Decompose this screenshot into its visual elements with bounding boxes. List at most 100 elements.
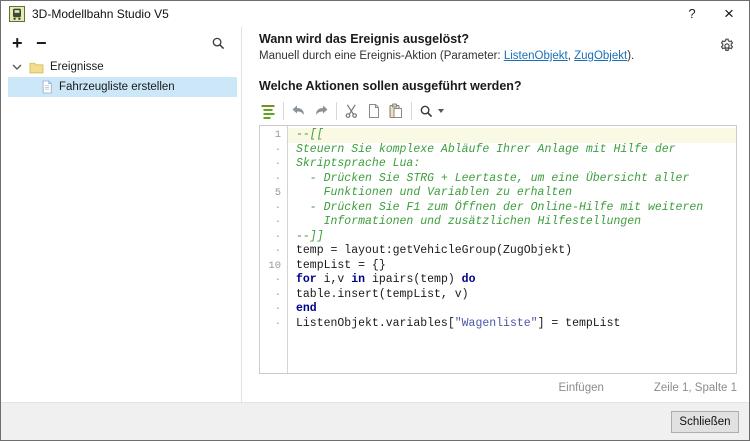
tree-folder-ereignisse[interactable]: Ereignisse	[1, 57, 237, 77]
code-text: table.insert(tempList, v)	[288, 288, 736, 303]
line-number: ·	[274, 143, 281, 156]
code-token: --]]	[296, 229, 324, 243]
line-number: 5	[274, 187, 281, 199]
copy-button[interactable]	[363, 100, 385, 122]
code-text: Informationen und zusätzlichen Hilfestel…	[288, 215, 736, 230]
code-text: --]]	[288, 230, 736, 245]
toolbar-separator	[283, 102, 284, 120]
trigger-heading: Wann wird das Ereignis ausgelöst?	[259, 32, 469, 46]
code-line[interactable]: · Informationen und zusätzlichen Hilfest…	[260, 215, 736, 230]
code-token: ListenObjekt.variables[	[296, 316, 455, 330]
line-number: ·	[274, 288, 281, 301]
editor-search-button[interactable]	[416, 100, 447, 122]
code-line[interactable]: · Skriptsprache Lua:	[260, 157, 736, 172]
remove-event-button[interactable]: −	[36, 33, 47, 53]
code-text: Steuern Sie komplexe Abläufe Ihrer Anlag…	[288, 143, 736, 158]
code-lines: 1 --[[ · Steuern Sie komplexe Abläufe Ihrer…	[260, 128, 736, 331]
listenobjekt-link[interactable]: ListenObjekt	[504, 50, 568, 62]
format-code-icon	[261, 105, 275, 119]
tree-item-label: Fahrzeugliste erstellen	[59, 81, 175, 93]
code-token: temp = layout:getVehicleGroup(ZugObjekt)	[296, 244, 573, 257]
code-token: ] = tempList	[537, 316, 621, 330]
code-line[interactable]: · Steuern Sie komplexe Abläufe Ihrer Anla…	[260, 143, 736, 158]
code-line[interactable]: · for i,v in ipairs(temp) do	[260, 273, 736, 288]
help-button[interactable]: ?	[678, 3, 706, 25]
code-text: - Drücken Sie F1 zum Öffnen der Online-H…	[288, 201, 736, 216]
code-token: --[[	[296, 128, 324, 141]
line-number: ·	[274, 172, 281, 185]
tree-item-fahrzeugliste[interactable]: Fahrzeugliste erstellen	[8, 77, 237, 97]
code-token: Steuern Sie komplexe Abläufe Ihrer Anlag…	[296, 142, 676, 156]
title-bar: 3D-Modellbahn Studio V5 ? ×	[1, 1, 749, 27]
line-number: ·	[274, 230, 281, 243]
search-icon	[420, 105, 433, 117]
code-line[interactable]: · end	[260, 302, 736, 317]
line-number: ·	[274, 317, 281, 330]
code-token: do	[461, 273, 476, 286]
app-train-icon	[9, 6, 25, 22]
window-title: 3D-Modellbahn Studio V5	[32, 7, 169, 21]
editor-status-bar: Einfügen Zeile 1, Spalte 1	[259, 382, 737, 394]
cut-button[interactable]	[341, 100, 363, 122]
code-text: temp = layout:getVehicleGroup(ZugObjekt)	[288, 244, 736, 259]
code-line[interactable]: 5 Funktionen und Variablen zu erhalten	[260, 186, 736, 201]
dialog-footer: Schließen	[1, 402, 749, 440]
code-token: i,v	[316, 273, 352, 286]
line-number: 1	[274, 129, 281, 141]
code-token: for	[296, 273, 317, 286]
sidebar-search-button[interactable]	[211, 36, 226, 51]
line-number: ·	[274, 274, 281, 286]
code-text: end	[288, 302, 736, 317]
code-line[interactable]: 1 --[[	[260, 128, 736, 143]
add-event-button[interactable]: +	[12, 33, 23, 53]
close-dialog-button[interactable]: Schließen	[671, 411, 739, 433]
app-window: 3D-Modellbahn Studio V5 ? × + − Ereignis…	[0, 0, 750, 441]
lua-code-editor[interactable]: 1 --[[ · Steuern Sie komplexe Abläufe Ihrer…	[259, 125, 737, 374]
dropdown-caret-icon	[438, 109, 444, 113]
code-token: ipairs(temp)	[365, 273, 462, 286]
code-text: Skriptsprache Lua:	[288, 157, 736, 172]
code-token: in	[351, 273, 366, 286]
line-number: ·	[274, 216, 281, 228]
code-line[interactable]: · ListenObjekt.variables["Wagenliste"] = …	[260, 317, 736, 332]
folder-label: Ereignisse	[50, 61, 104, 73]
undo-button[interactable]	[288, 100, 310, 122]
close-window-button[interactable]: ×	[715, 3, 743, 25]
cursor-position-status: Zeile 1, Spalte 1	[653, 382, 737, 394]
event-tree: Ereignisse Fahrzeugliste erstellen	[1, 57, 237, 97]
gear-icon	[720, 38, 734, 51]
line-number: ·	[274, 245, 281, 257]
code-token: end	[296, 302, 317, 315]
code-line[interactable]: · - Drücken Sie STRG + Leertaste, um ein…	[260, 172, 736, 187]
code-line[interactable]: · temp = layout:getVehicleGroup(ZugObjekt…	[260, 244, 736, 259]
document-icon	[42, 80, 52, 94]
line-number: ·	[274, 201, 281, 214]
code-token: Funktionen und Variablen zu erhalten	[296, 186, 573, 199]
settings-button[interactable]	[719, 38, 735, 54]
code-token: tempList = {}	[296, 258, 386, 272]
redo-button[interactable]	[310, 100, 332, 122]
toolbar-separator	[411, 102, 412, 120]
code-text: Funktionen und Variablen zu erhalten	[288, 186, 736, 201]
code-text: ListenObjekt.variables["Wagenliste"] = t…	[288, 317, 736, 332]
paste-button[interactable]	[385, 100, 407, 122]
folder-icon	[29, 62, 44, 73]
code-line[interactable]: · table.insert(tempList, v)	[260, 288, 736, 303]
chevron-down-icon	[12, 64, 22, 70]
copy-page-icon	[369, 104, 379, 118]
code-text: --[[	[288, 128, 736, 143]
line-number: ·	[274, 158, 281, 170]
code-token: "Wagenliste"	[454, 316, 538, 330]
trigger-description: Manuell durch eine Ereignis-Aktion (Para…	[259, 50, 634, 62]
code-line[interactable]: · - Drücken Sie F1 zum Öffnen der Online…	[260, 201, 736, 216]
format-code-button[interactable]	[257, 100, 279, 122]
code-line[interactable]: · --]]	[260, 230, 736, 245]
insert-mode-status: Einfügen	[558, 382, 604, 394]
line-number: ·	[274, 303, 281, 315]
code-line[interactable]: 10 tempList = {}	[260, 259, 736, 274]
sidebar: + − Ereignisse Fahrzeugliste erstellen	[1, 27, 242, 402]
zugobjekt-link[interactable]: ZugObjekt	[574, 50, 627, 62]
line-number: 10	[268, 259, 281, 272]
scissors-icon	[345, 104, 358, 119]
code-token: Informationen und zusätzlichen Hilfestel…	[296, 215, 642, 228]
